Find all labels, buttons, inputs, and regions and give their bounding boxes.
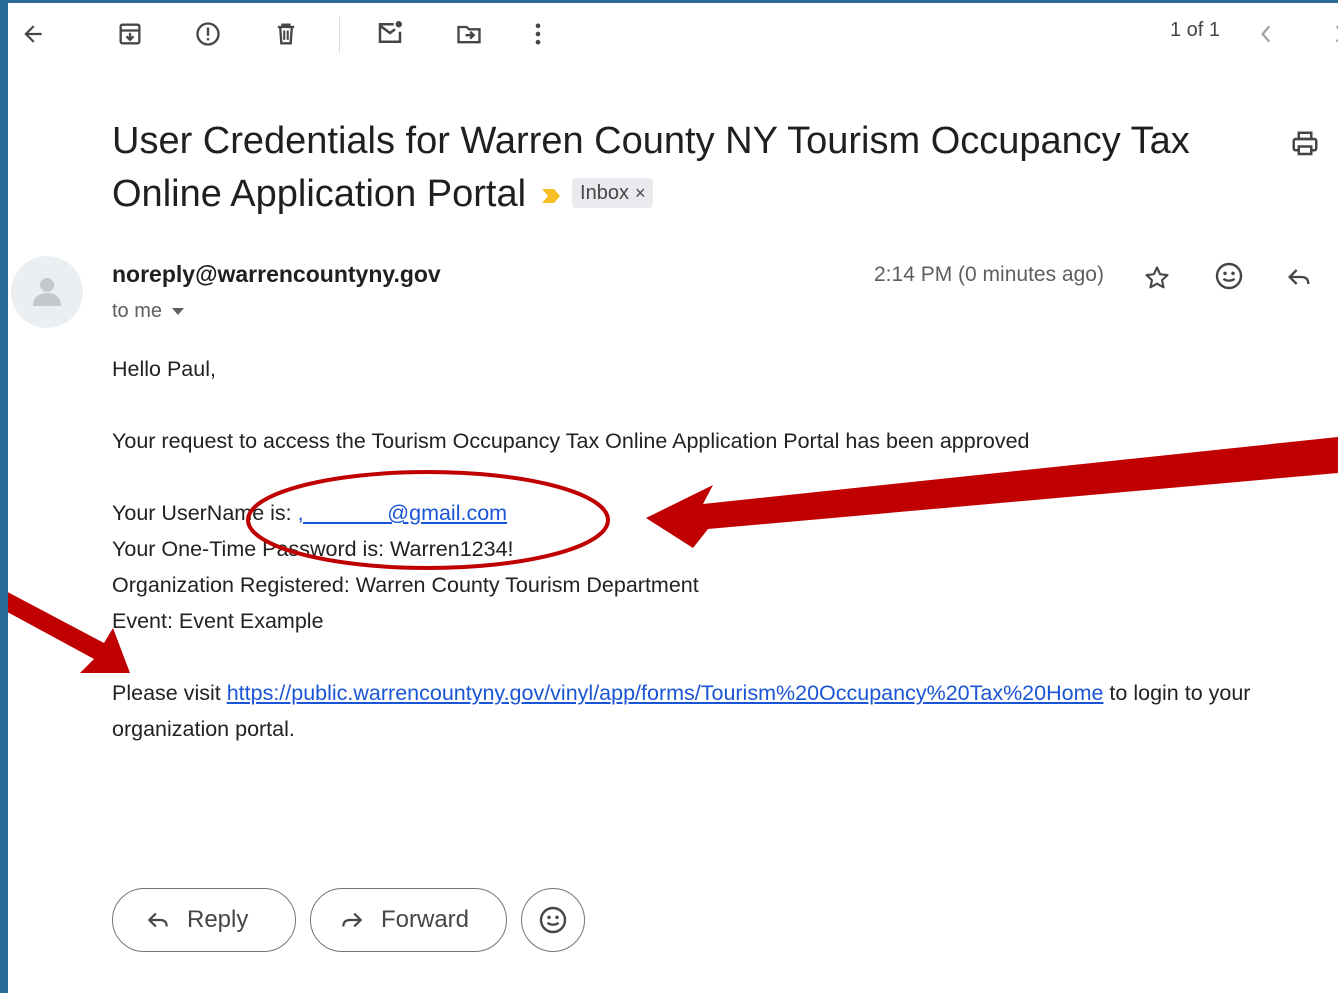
reply-icon[interactable] [1284,263,1314,291]
email-subject: User Credentials for Warren County NY To… [112,115,1242,225]
recipient-toggle[interactable]: to me [112,300,185,323]
username-label: Your UserName is: [112,501,298,525]
visit-line: Please visit https://public.warrencounty… [112,675,1338,747]
toolbar-divider [339,17,340,53]
greeting: Hello Paul, [112,357,216,381]
recipient-text: to me [112,300,163,322]
reply-button[interactable]: Reply [112,888,296,952]
important-marker-icon[interactable] [540,167,562,219]
forward-button[interactable]: Forward [310,888,507,952]
username-email-link[interactable]: ,_______@gmail.com [298,501,507,525]
more-options-icon[interactable] [528,20,548,48]
sender-address[interactable]: noreply@warrencountyny.gov [112,261,441,288]
chevron-down-icon [172,308,185,316]
previous-email-icon[interactable] [1258,23,1274,45]
visit-prefix: Please visit [112,681,227,705]
star-icon[interactable] [1143,264,1171,292]
emoji-reaction-icon[interactable] [1213,260,1245,292]
approval-message: Your request to access the Tourism Occup… [112,429,1030,453]
email-viewer: 1 of 1 User Credentials for Warren Count… [8,3,1338,993]
password-label: Your One-Time Password is: [112,537,391,561]
reply-arrow-icon [143,907,173,933]
next-email-icon[interactable] [1332,23,1338,45]
forward-button-label: Forward [381,906,470,933]
emoji-react-button[interactable] [521,888,585,952]
organization-line: Organization Registered: Warren County T… [112,573,699,597]
email-timestamp: 2:14 PM (0 minutes ago) [874,263,1104,286]
report-spam-icon[interactable] [194,20,222,48]
email-body: Hello Paul, Your request to access the T… [112,351,1338,747]
username-line: Your UserName is: ,_______@gmail.com [112,495,1338,531]
print-icon[interactable] [1290,129,1320,159]
back-arrow-icon[interactable] [20,21,46,47]
event-line: Event: Event Example [112,609,324,633]
mark-unread-icon[interactable] [375,18,405,48]
inbox-label-text: Inbox [580,182,629,204]
portal-link[interactable]: https://public.warrencountyny.gov/vinyl/… [227,681,1104,705]
archive-icon[interactable] [116,20,144,48]
inbox-label-chip: Inbox × [572,178,654,208]
forward-arrow-icon [337,907,367,933]
emoji-icon [537,904,569,936]
remove-label-icon[interactable]: × [635,183,646,203]
move-to-icon[interactable] [454,20,484,48]
pagination-count: 1 of 1 [1170,19,1221,41]
reply-button-label: Reply [187,906,249,933]
avatar [11,256,83,328]
delete-icon[interactable] [272,20,300,48]
password-value: Warren1234! [390,537,514,561]
password-line: Your One-Time Password is: Warren1234! [112,531,1338,567]
